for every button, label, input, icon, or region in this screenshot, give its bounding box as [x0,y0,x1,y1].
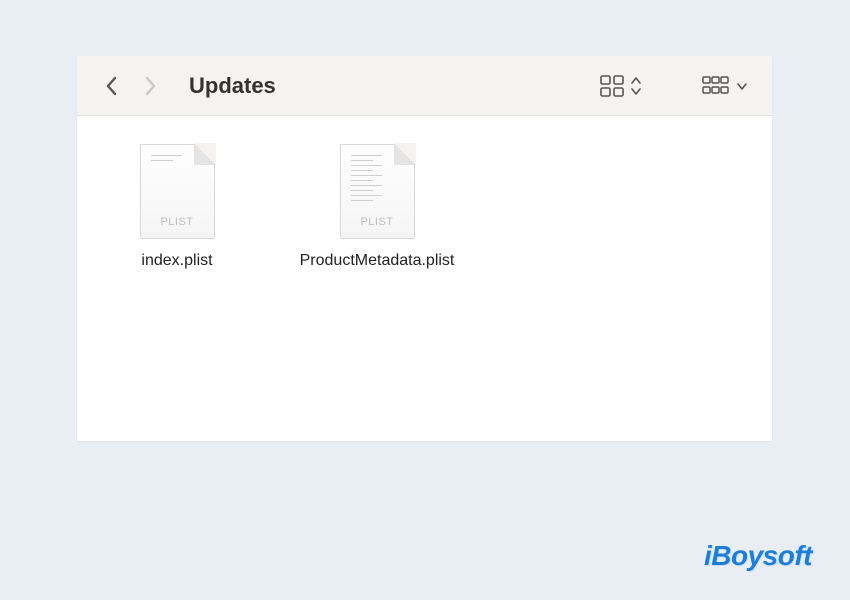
file-item[interactable]: PLIST index.plist [97,144,257,272]
chevron-right-icon [143,76,157,96]
file-type-tag: PLIST [141,216,214,228]
folder-title: Updates [189,73,276,99]
icon-view-button[interactable] [596,71,646,101]
chevron-left-icon [105,76,119,96]
group-view-button[interactable] [698,71,752,101]
file-grid: PLIST index.plist PLIST ProductMetadata.… [77,116,772,300]
file-item[interactable]: PLIST ProductMetadata.plist [297,144,457,272]
plist-file-icon: PLIST [340,144,415,239]
back-button[interactable] [97,71,127,101]
file-label: ProductMetadata.plist [300,251,455,272]
file-type-tag: PLIST [341,216,414,228]
forward-button[interactable] [135,71,165,101]
grouped-grid-icon [702,75,730,97]
plist-file-icon: PLIST [140,144,215,239]
toolbar: Updates [77,56,772,116]
view-controls [596,71,752,101]
chevron-down-icon [736,75,748,97]
file-label: index.plist [141,251,212,272]
grid-icon [600,75,624,97]
up-down-icon [630,75,642,97]
watermark-logo: iBoysoft [704,540,812,572]
finder-window: Updates [77,56,772,441]
